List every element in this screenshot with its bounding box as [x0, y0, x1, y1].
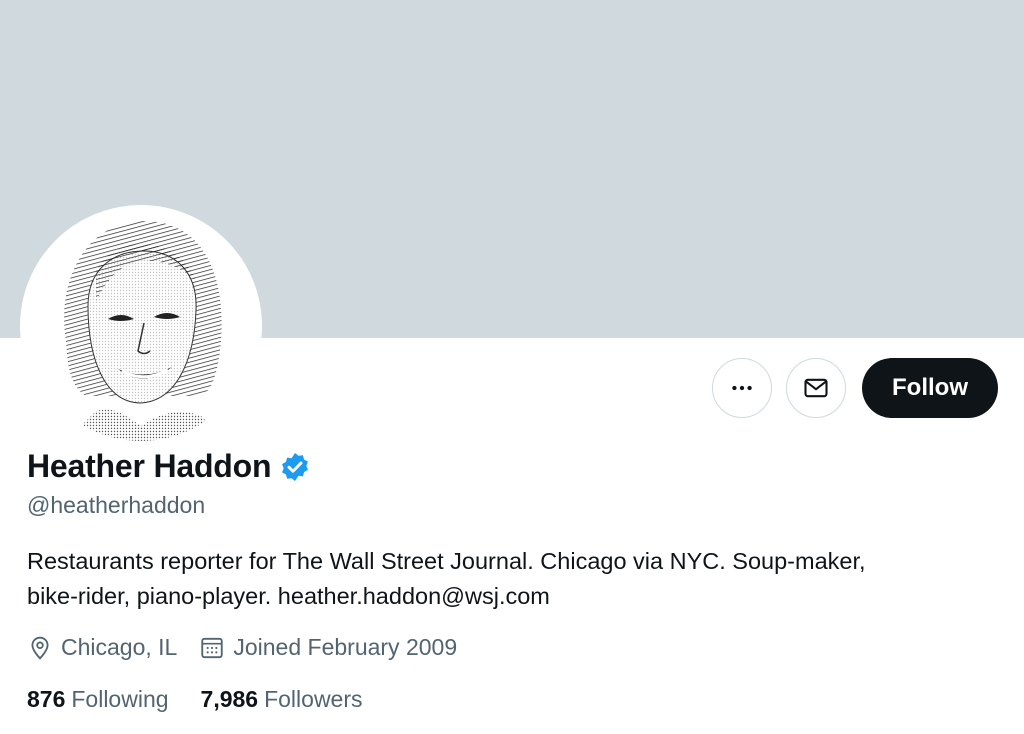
follow-button[interactable]: Follow	[862, 358, 998, 418]
profile-avatar[interactable]	[20, 205, 262, 447]
message-button[interactable]	[786, 358, 847, 418]
calendar-icon	[201, 637, 224, 658]
joined-text: Joined February 2009	[233, 634, 458, 660]
profile-stats: 876 Following 7,986 Followers	[27, 686, 395, 713]
location-pin-icon	[31, 636, 49, 660]
joined-item: Joined February 2009	[199, 634, 457, 661]
following-label: Following	[71, 686, 169, 712]
location-text: Chicago, IL	[61, 634, 178, 660]
profile-bio: Restaurants reporter for The Wall Street…	[27, 544, 987, 614]
profile-handle: @heatherhaddon	[27, 492, 206, 518]
profile-actions: Follow	[712, 358, 998, 418]
location-item: Chicago, IL	[27, 634, 177, 661]
avatar-illustration	[26, 211, 256, 441]
following-count: 876	[27, 686, 66, 712]
profile-name: Heather Haddon	[27, 448, 272, 484]
followers-label: Followers	[264, 686, 363, 712]
bio-line: bike-rider, piano-player. heather.haddon…	[27, 583, 550, 609]
envelope-icon	[804, 378, 828, 398]
followers-count: 7,986	[200, 686, 259, 712]
more-button[interactable]	[712, 358, 773, 418]
profile-name-row: Heather Haddon	[27, 448, 311, 485]
profile-meta: Chicago, IL Joined February 2009	[27, 634, 479, 661]
following-link[interactable]: 876 Following	[27, 686, 169, 713]
followers-link[interactable]: 7,986 Followers	[201, 686, 363, 713]
more-horizontal-icon	[732, 385, 752, 391]
bio-line: Restaurants reporter for The Wall Street…	[27, 548, 866, 574]
verified-badge-icon[interactable]	[279, 451, 311, 483]
